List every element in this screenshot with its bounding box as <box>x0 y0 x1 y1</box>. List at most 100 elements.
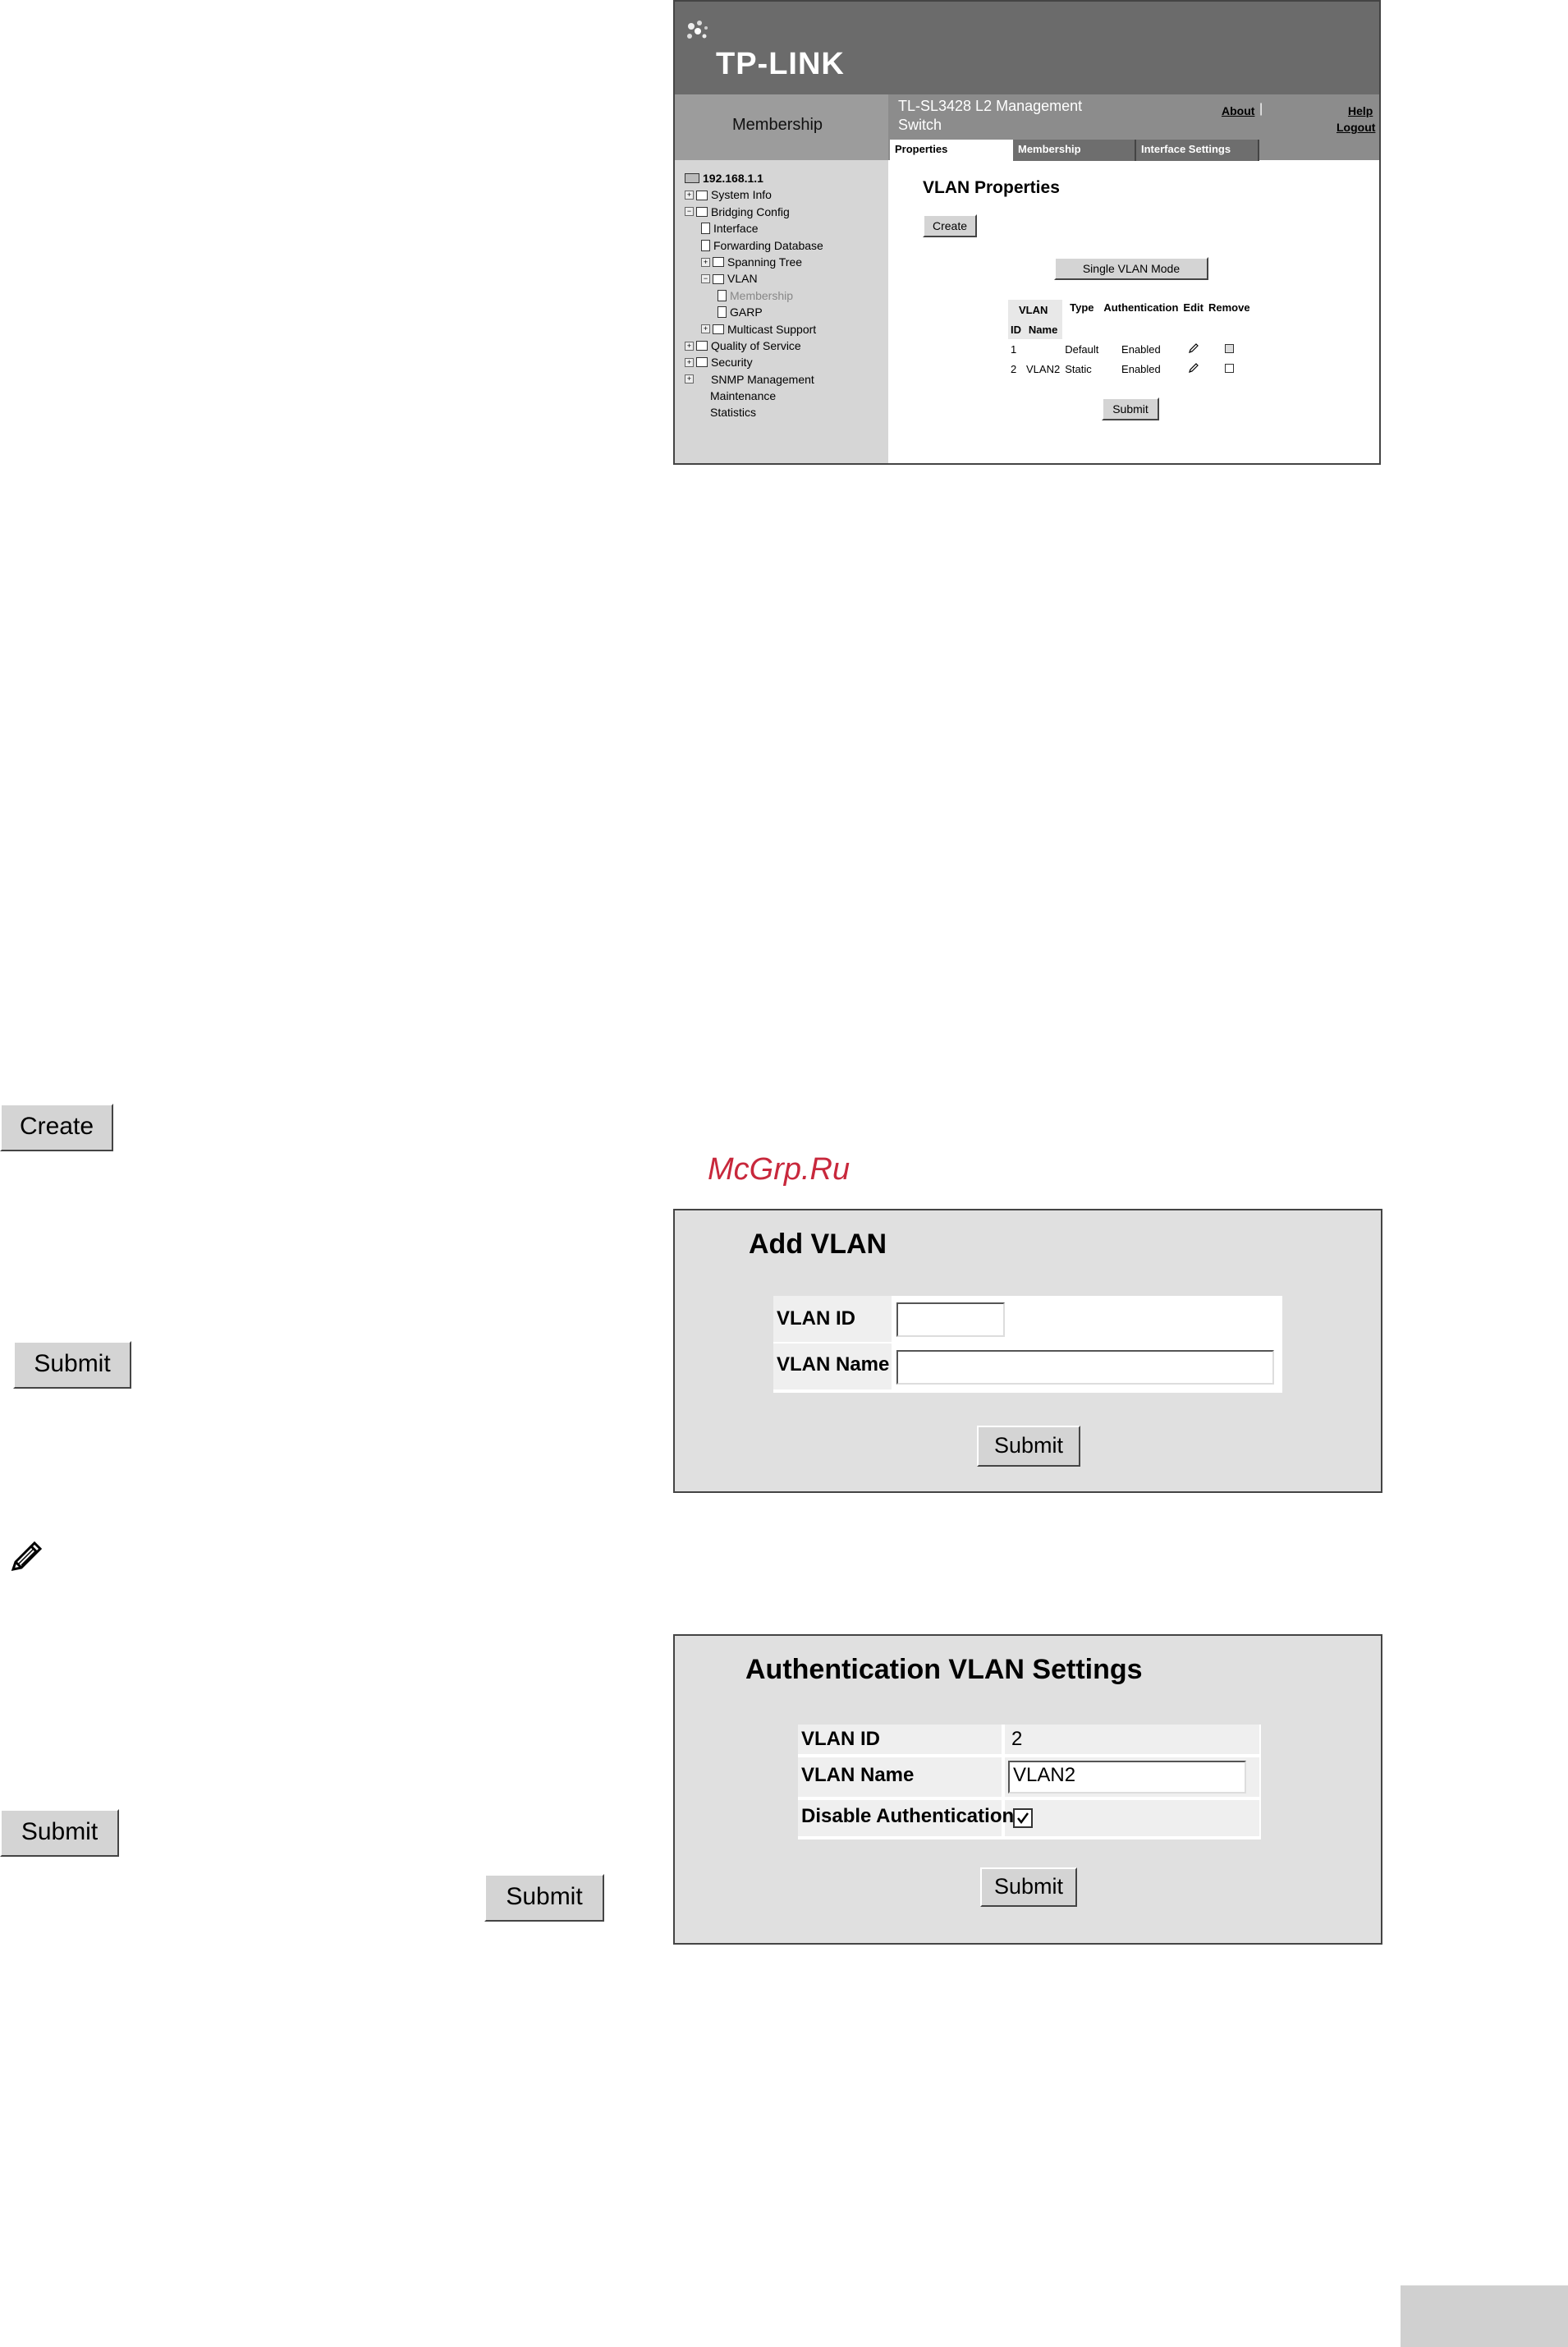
tree-item-garp[interactable]: GARP <box>685 304 823 320</box>
create-button-standalone[interactable]: Create <box>0 1104 113 1151</box>
tab-properties[interactable]: Properties <box>890 140 1015 161</box>
page-icon <box>718 306 727 319</box>
add-vlan-title: Add VLAN <box>749 1229 887 1260</box>
page-number-box <box>1401 2285 1568 2347</box>
header-vlan-id: VLAN <box>1008 300 1063 319</box>
expand-icon[interactable]: + <box>685 357 694 367</box>
tab-membership[interactable]: Membership <box>1013 140 1136 161</box>
tree-item-security[interactable]: + Security <box>685 354 823 370</box>
checkmark-icon <box>1017 1812 1029 1825</box>
brand-logo: TP-LINK <box>716 47 845 81</box>
tree-item-bridging-config[interactable]: − Bridging Config <box>685 204 823 220</box>
cell-id: 2 <box>1011 362 1017 375</box>
folder-open-icon <box>713 273 724 284</box>
folder-icon <box>713 324 724 334</box>
expand-icon[interactable]: + <box>685 191 694 200</box>
vlan-name-input[interactable] <box>896 1350 1274 1385</box>
auth-vlan-form: VLAN ID 2 VLAN Name VLAN2 Disable Authen… <box>798 1725 1261 1839</box>
tree-item-snmp-management[interactable]: + SNMP Management <box>685 371 823 388</box>
header-edit: Edit <box>1181 300 1206 339</box>
vlan-table: VLAN Type Authentication Edit Remove ID … <box>1008 300 1253 379</box>
expand-icon[interactable]: + <box>701 257 710 267</box>
vlan-name-label: VLAN Name <box>777 1353 890 1376</box>
cell-type: Default <box>1065 342 1099 356</box>
link-divider: | <box>1259 102 1263 116</box>
page-title: VLAN Properties <box>923 178 1060 197</box>
cell-type: Static <box>1065 362 1092 375</box>
edit-pencil-icon[interactable] <box>1181 339 1206 359</box>
tree-item-quality-of-service[interactable]: + Quality of Service <box>685 338 823 354</box>
computer-icon <box>685 173 699 184</box>
tree-item-spanning-tree[interactable]: + Spanning Tree <box>685 254 823 270</box>
auth-vlan-title: Authentication VLAN Settings <box>745 1654 1143 1685</box>
edit-pencil-icon <box>11 1541 43 1571</box>
section-heading-label: Membership <box>732 116 823 134</box>
header-authentication: Authentication <box>1101 300 1181 339</box>
vlan-name-label: VLAN Name <box>801 1764 915 1786</box>
header-remove: Remove <box>1205 300 1253 339</box>
navigation-tree: 192.168.1.1 + System Info − Bridging Confi… <box>685 170 823 421</box>
page-icon <box>701 239 710 251</box>
about-link[interactable]: About <box>1222 104 1254 117</box>
collapse-icon[interactable]: − <box>701 274 710 284</box>
table-row: 1 Default Enabled <box>1008 339 1253 359</box>
expand-icon[interactable]: + <box>685 341 694 351</box>
folder-icon <box>696 357 708 368</box>
collapse-icon[interactable]: − <box>685 207 694 217</box>
vlan-id-value: 2 <box>1011 1728 1023 1750</box>
tree-item-system-info[interactable]: + System Info <box>685 186 823 203</box>
submit-button[interactable]: Submit <box>977 1426 1080 1467</box>
disable-authentication-label: Disable Authentication <box>801 1805 1015 1827</box>
submit-button[interactable]: Submit <box>1102 397 1159 420</box>
vlan-id-label: VLAN ID <box>777 1307 855 1330</box>
submit-button-standalone[interactable]: Submit <box>0 1809 119 1857</box>
tree-root[interactable]: 192.168.1.1 <box>685 170 823 186</box>
tree-item-membership[interactable]: Membership <box>685 287 823 304</box>
tree-item-vlan[interactable]: − VLAN <box>685 270 823 287</box>
vlan-id-label: VLAN ID <box>801 1728 880 1750</box>
table-row: 2 VLAN2 Static Enabled <box>1008 359 1253 379</box>
logout-link[interactable]: Logout <box>1336 121 1375 134</box>
section-heading: Membership <box>675 94 888 160</box>
submit-button[interactable]: Submit <box>980 1867 1077 1907</box>
tab-interface-settings[interactable]: Interface Settings <box>1136 140 1259 161</box>
single-vlan-mode-button[interactable]: Single VLAN Mode <box>1054 257 1208 280</box>
folder-icon <box>696 341 708 351</box>
disable-authentication-checkbox[interactable] <box>1013 1808 1033 1828</box>
cell-name <box>1024 339 1062 359</box>
edit-pencil-icon[interactable] <box>1181 359 1206 379</box>
folder-open-icon <box>696 206 708 217</box>
watermark-text: McGrp.Ru <box>708 1152 850 1187</box>
cell-id: 1 <box>1011 342 1017 356</box>
page-icon <box>701 223 710 235</box>
vlan-name-input[interactable]: VLAN2 <box>1008 1761 1246 1794</box>
create-button[interactable]: Create <box>923 214 977 237</box>
cell-name: VLAN2 <box>1026 362 1061 375</box>
tp-link-logo-icon <box>687 21 708 39</box>
tree-item-multicast-support[interactable]: + Multicast Support <box>685 321 823 338</box>
help-link[interactable]: Help <box>1348 104 1373 117</box>
device-title: TL-SL3428 L2 Management Switch <box>898 98 1083 133</box>
remove-checkbox[interactable] <box>1224 363 1234 373</box>
auth-vlan-panel: Authentication VLAN Settings VLAN ID 2 V… <box>673 1634 1382 1945</box>
add-vlan-panel: Add VLAN VLAN ID VLAN Name Submit <box>673 1209 1382 1493</box>
tree-item-maintenance[interactable]: Maintenance <box>685 388 823 404</box>
remove-checkbox[interactable] <box>1224 343 1234 353</box>
folder-icon <box>713 257 724 268</box>
header-type: Type <box>1062 300 1102 339</box>
folder-icon <box>696 190 708 200</box>
cell-auth: Enabled <box>1121 362 1161 375</box>
add-vlan-form: VLAN ID VLAN Name <box>773 1296 1282 1393</box>
expand-icon[interactable]: + <box>685 374 694 384</box>
header-name: Name <box>1024 319 1063 339</box>
page-icon <box>718 289 727 301</box>
tree-item-statistics[interactable]: Statistics <box>685 404 823 420</box>
cell-auth: Enabled <box>1121 342 1161 356</box>
submit-button-standalone[interactable]: Submit <box>13 1341 131 1389</box>
tree-item-interface[interactable]: Interface <box>685 220 823 237</box>
tree-item-forwarding-database[interactable]: Forwarding Database <box>685 237 823 254</box>
vlan-id-input[interactable] <box>896 1302 1005 1337</box>
expand-icon[interactable]: + <box>701 324 710 334</box>
submit-button-standalone[interactable]: Submit <box>484 1874 604 1922</box>
switch-management-screenshot: TP-LINK Membership TL-SL3428 L2 Manageme… <box>673 0 1381 465</box>
